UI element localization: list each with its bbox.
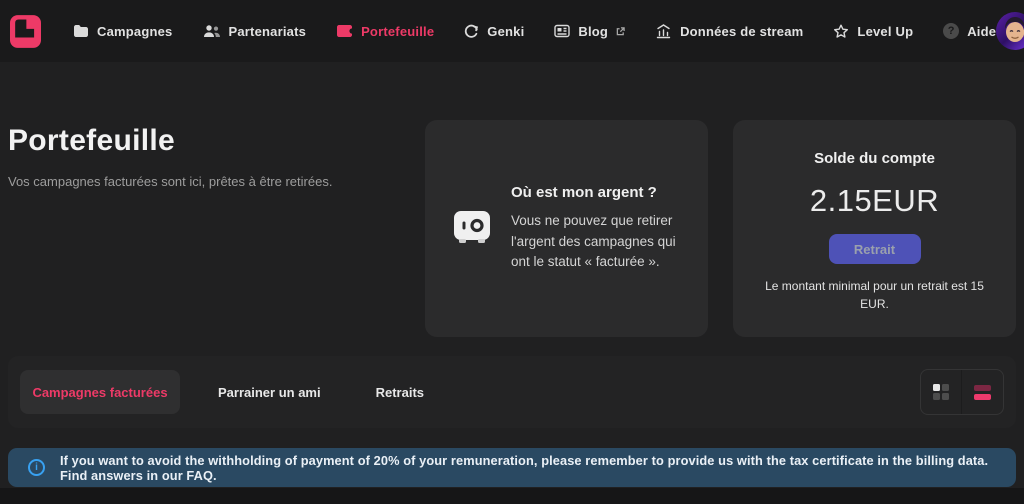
grid-view-button[interactable] xyxy=(921,370,962,414)
wallet-icon xyxy=(336,24,353,38)
nav-label: Aide xyxy=(967,24,996,39)
tab-parrainer-un-ami[interactable]: Parrainer un ami xyxy=(218,385,321,400)
balance-amount: 2.15EUR xyxy=(810,183,939,219)
brand-logo[interactable] xyxy=(10,14,41,49)
refresh-icon xyxy=(464,24,479,39)
people-icon xyxy=(203,24,221,38)
main-nav: Campagnes Partenariats Portefeuille Genk… xyxy=(73,23,996,39)
list-view-button[interactable] xyxy=(962,370,1003,414)
nav-item-genki[interactable]: Genki xyxy=(464,24,524,39)
list-view-icon xyxy=(974,385,991,400)
where-is-my-money-card: Où est mon argent ? Vous ne pouvez que r… xyxy=(425,120,708,337)
withdraw-button[interactable]: Retrait xyxy=(829,234,921,264)
nav-label: Campagnes xyxy=(97,24,173,39)
nav-item-donnees-de-stream[interactable]: Données de stream xyxy=(655,24,803,39)
newspaper-icon xyxy=(554,24,570,38)
question-circle-icon: ? xyxy=(943,23,959,39)
safe-icon xyxy=(451,205,493,252)
user-avatar[interactable] xyxy=(996,12,1024,50)
header-right xyxy=(996,12,1024,50)
star-icon xyxy=(833,24,849,39)
external-link-icon xyxy=(616,27,625,36)
nav-item-partenariats[interactable]: Partenariats xyxy=(203,24,307,39)
nav-item-blog[interactable]: Blog xyxy=(554,24,625,39)
page-header: Portefeuille Vos campagnes facturées son… xyxy=(8,120,425,189)
nav-item-aide[interactable]: ? Aide xyxy=(943,23,996,39)
wallet-hero-section: Portefeuille Vos campagnes facturées son… xyxy=(8,62,1016,337)
avatar-image xyxy=(996,12,1024,50)
tab-retraits[interactable]: Retraits xyxy=(376,385,424,400)
nav-label: Level Up xyxy=(857,24,913,39)
nav-item-portefeuille[interactable]: Portefeuille xyxy=(336,24,434,39)
nav-item-campagnes[interactable]: Campagnes xyxy=(73,24,173,39)
top-nav-bar: Campagnes Partenariats Portefeuille Genk… xyxy=(0,0,1024,62)
nav-label: Partenariats xyxy=(229,24,307,39)
nav-label: Portefeuille xyxy=(361,24,434,39)
grid-view-icon xyxy=(933,384,949,400)
view-toggle xyxy=(920,369,1004,415)
stream-analytics-icon xyxy=(655,24,672,39)
nav-item-level-up[interactable]: Level Up xyxy=(833,24,913,39)
minimum-withdrawal-note: Le montant minimal pour un retrait est 1… xyxy=(755,277,995,313)
folder-icon xyxy=(73,24,89,38)
info-card-content: Où est mon argent ? Vous ne pouvez que r… xyxy=(511,184,682,274)
tab-campagnes-facturees[interactable]: Campagnes facturées xyxy=(20,370,180,414)
balance-title: Solde du compte xyxy=(814,150,935,167)
tax-certificate-banner: i If you want to avoid the withholding o… xyxy=(8,448,1016,487)
main-content: Portefeuille Vos campagnes facturées son… xyxy=(0,62,1024,488)
lurkit-logo-icon xyxy=(10,14,41,49)
account-balance-card: Solde du compte 2.15EUR Retrait Le monta… xyxy=(733,120,1016,337)
wallet-tabs-bar: Campagnes facturées Parrainer un ami Ret… xyxy=(8,356,1016,428)
info-icon: i xyxy=(28,459,45,476)
nav-label: Données de stream xyxy=(680,24,803,39)
info-card-body: Vous ne pouvez que retirer l'argent des … xyxy=(511,211,682,274)
info-card-title: Où est mon argent ? xyxy=(511,184,682,201)
banner-text: If you want to avoid the withholding of … xyxy=(60,453,996,483)
nav-label: Blog xyxy=(578,24,608,39)
nav-label: Genki xyxy=(487,24,524,39)
page-subtitle: Vos campagnes facturées sont ici, prêtes… xyxy=(8,174,425,189)
page-title: Portefeuille xyxy=(8,124,425,158)
